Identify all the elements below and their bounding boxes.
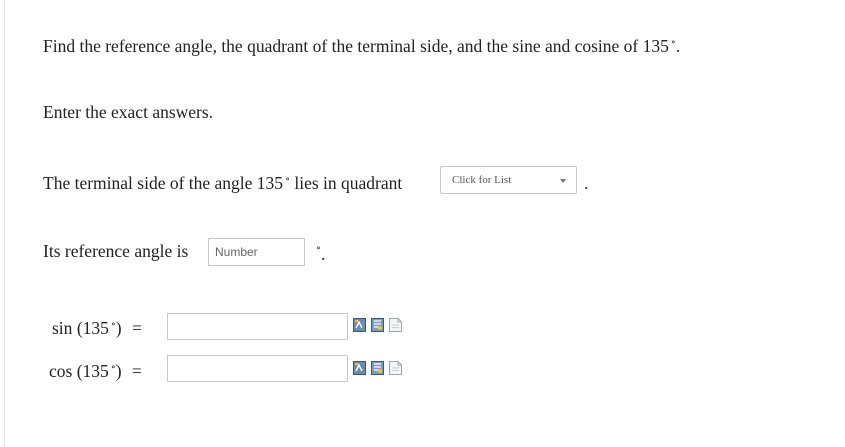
instruction-text: Enter the exact answers. (43, 102, 214, 122)
help-icon[interactable] (389, 361, 402, 375)
quadrant-select-placeholder: Click for List (452, 174, 512, 186)
reference-angle-label: Its reference angle is (43, 241, 189, 261)
sin-expression: sin (135 ∘) = (52, 314, 142, 339)
reference-trailing-period: . (321, 244, 326, 264)
sin-function-name: sin (52, 318, 73, 338)
page-left-border (4, 0, 5, 447)
question-prompt-text: Find the reference angle, the quadrant o… (43, 36, 669, 56)
equation-editor-icon[interactable] (353, 361, 366, 375)
sin-answer-input[interactable] (167, 313, 348, 340)
chevron-down-icon (560, 179, 566, 183)
quadrant-trailing-period: . (584, 173, 589, 193)
question-prompt: Find the reference angle, the quadrant o… (43, 32, 680, 57)
cos-close-paren: ) (115, 361, 122, 381)
cos-function-name: cos (49, 361, 73, 381)
sin-argument: (135 (76, 318, 109, 338)
cos-expression: cos (135 ∘) = (49, 357, 142, 382)
quadrant-select[interactable]: Click for List (440, 166, 577, 194)
quadrant-text-after: lies in quadrant (289, 173, 403, 193)
cos-argument: (135 (76, 361, 109, 381)
sin-close-paren: ) (115, 318, 122, 338)
equation-editor-icon[interactable] (353, 318, 366, 332)
equals-sign: = (132, 318, 142, 338)
quadrant-statement: The terminal side of the angle 135 ∘ lies… (43, 169, 402, 194)
preview-icon[interactable] (371, 361, 384, 375)
quadrant-text: The terminal side of the angle 135 (43, 173, 284, 193)
preview-icon[interactable] (371, 318, 384, 332)
equals-sign: = (131, 361, 142, 381)
help-icon[interactable] (389, 318, 402, 332)
reference-angle-input[interactable] (208, 238, 305, 266)
cos-answer-input[interactable] (167, 355, 348, 382)
prompt-period: . (675, 36, 681, 56)
